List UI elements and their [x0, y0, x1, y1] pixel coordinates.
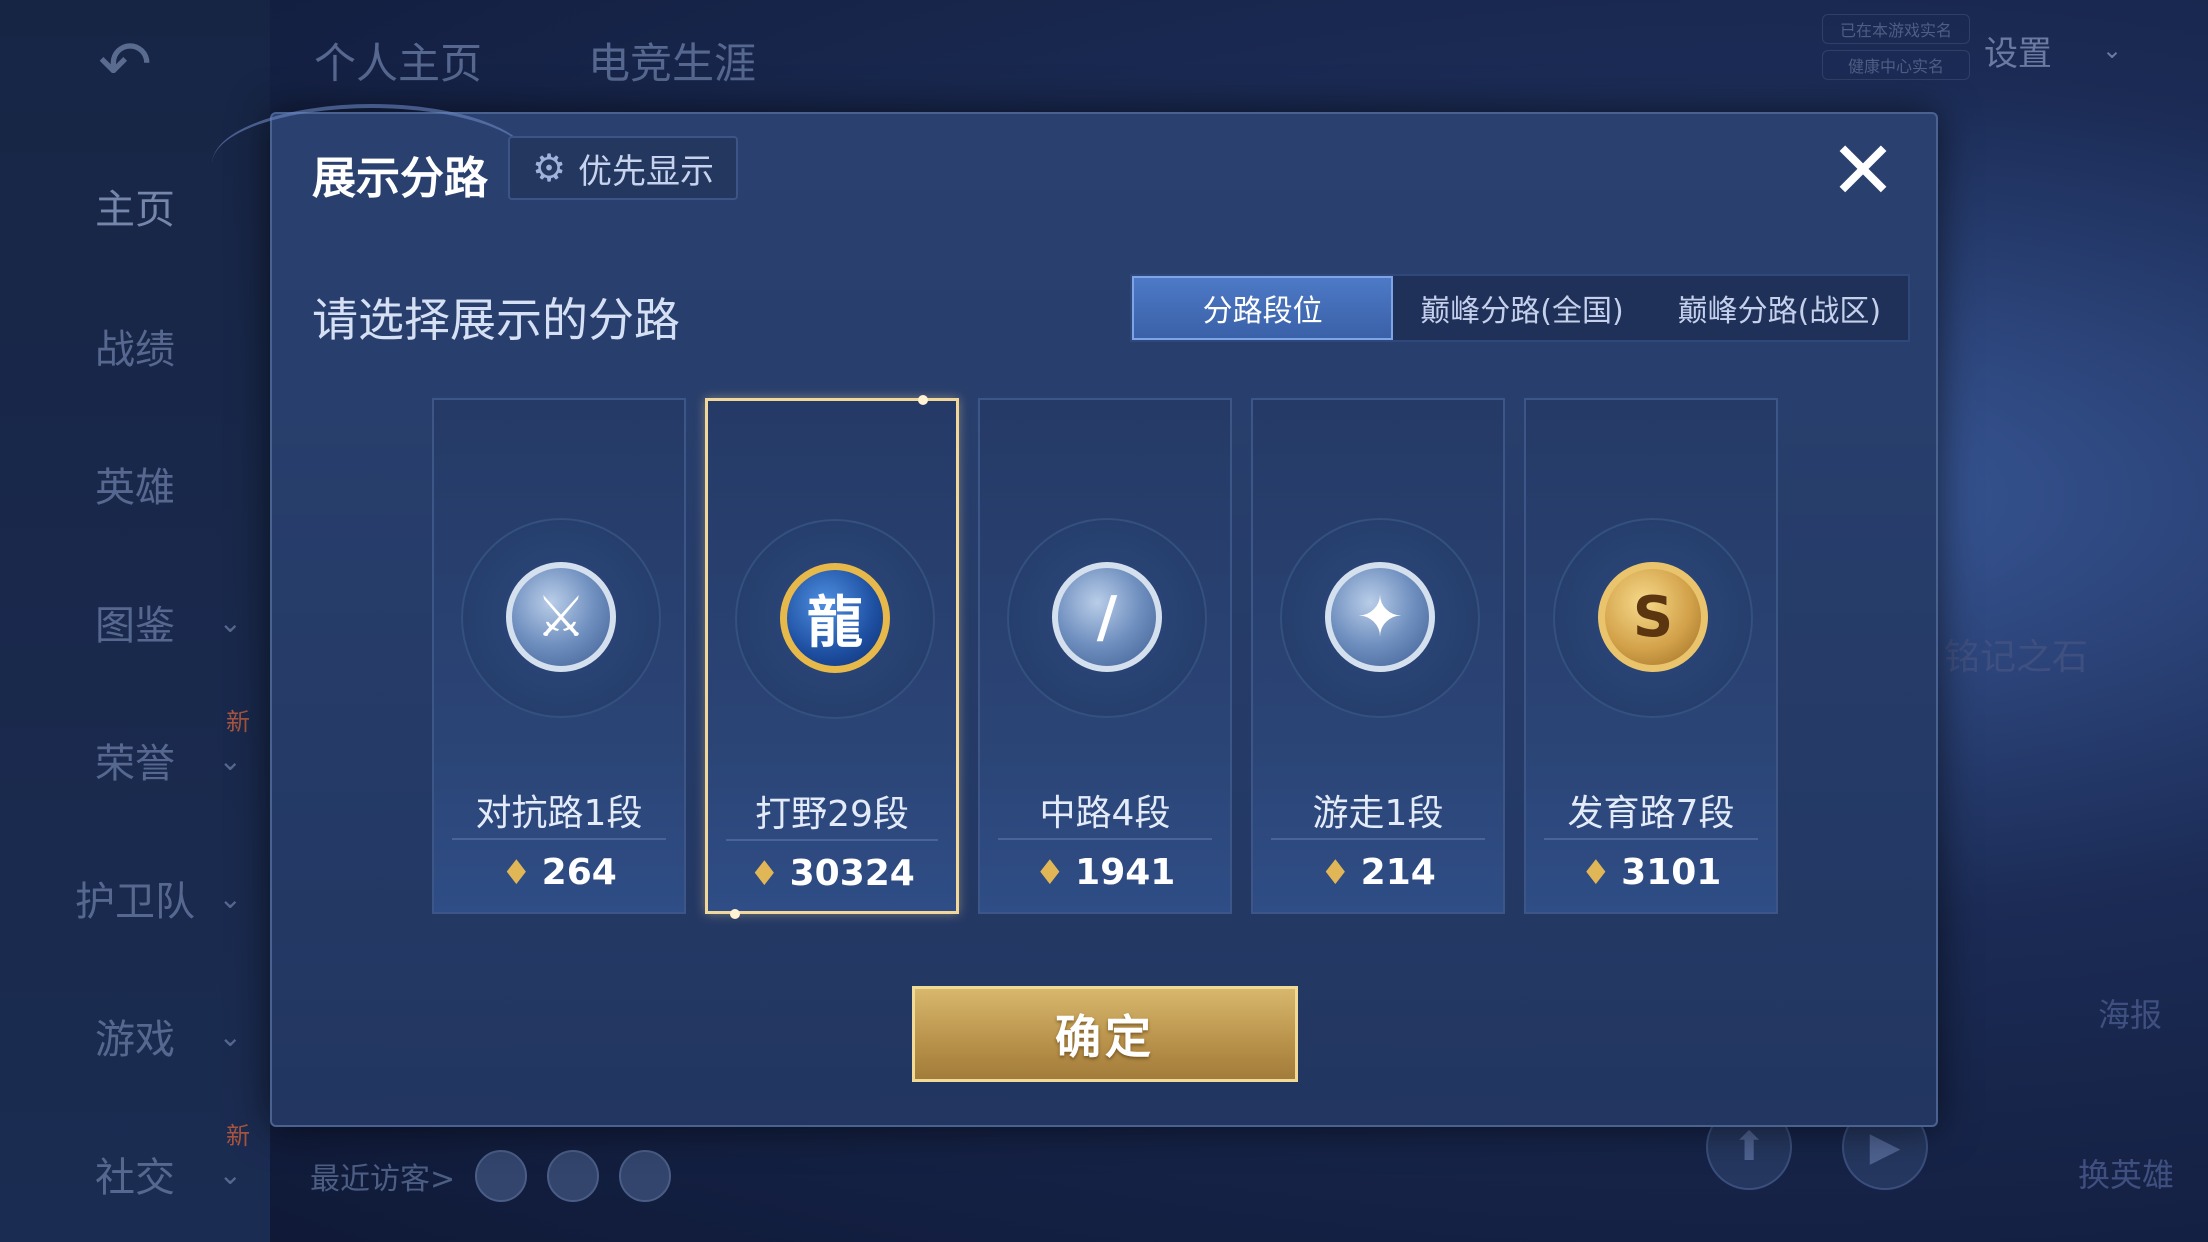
- lane-card-name: 对抗路1段: [475, 793, 643, 834]
- score-icon: ♦: [1580, 852, 1612, 893]
- score-icon: ♦: [749, 853, 780, 894]
- lane-card-score: ♦ 1941: [980, 852, 1230, 893]
- lane-card-clash[interactable]: ⚔ 对抗路1段 ♦ 264: [432, 398, 686, 914]
- back-arrow-icon[interactable]: ↶: [70, 28, 180, 102]
- tab-personal-home[interactable]: 个人主页: [314, 30, 482, 91]
- settings-dropdown[interactable]: 设置 ⌄: [1958, 22, 2148, 78]
- divider: [1271, 838, 1485, 840]
- realname-tags: 已在本游戏实名 健康中心实名: [1822, 14, 1970, 86]
- lane-card-mid[interactable]: ∕ 中路4段 ♦ 1941: [978, 398, 1232, 914]
- divider: [1544, 838, 1758, 840]
- sidebar-item-social[interactable]: 社交 新 ⌄: [0, 1122, 270, 1214]
- avatar[interactable]: [475, 1150, 528, 1202]
- avatar[interactable]: [619, 1150, 672, 1202]
- chevron-down-icon: ⌄: [218, 1019, 242, 1053]
- stone-label[interactable]: 铭记之石: [1944, 628, 2088, 680]
- divider: [726, 839, 938, 841]
- sidebar-item-records[interactable]: 战绩: [0, 306, 270, 386]
- lane-card-score-value: 214: [1360, 852, 1436, 893]
- health-center-tag: 健康中心实名: [1822, 50, 1970, 80]
- lane-card-score-value: 30324: [789, 853, 915, 894]
- chevron-down-icon: ⌄: [218, 881, 242, 915]
- sidebar-item-label: 英雄: [95, 465, 175, 511]
- tab-lane-rank[interactable]: 分路段位: [1132, 276, 1394, 340]
- score-icon: ♦: [501, 852, 532, 893]
- sidebar-item-gallery[interactable]: 图鉴 ⌄: [0, 582, 270, 662]
- lane-card-name: 游走1段: [1312, 793, 1444, 834]
- divider: [998, 838, 1212, 840]
- lane-card-name: 中路4段: [1039, 793, 1171, 834]
- lane-card-score: ♦ 3101: [1526, 852, 1776, 893]
- lane-card-score: ♦ 264: [434, 852, 684, 893]
- divider: [452, 838, 666, 840]
- sidebar-item-label: 游戏: [95, 1017, 175, 1063]
- sidebar-item-label: 护卫队: [75, 879, 195, 925]
- display-lane-dialog: 展示分路 ⚙ 优先显示 ✕ 请选择展示的分路 分路段位 巅峰分路(全国) 巅峰分…: [212, 104, 1938, 1127]
- wings-icon: ✦: [1325, 562, 1435, 672]
- recent-visitors[interactable]: 最近访客>: [310, 1150, 672, 1202]
- lane-card-farm[interactable]: S 发育路7段 ♦ 3101: [1524, 398, 1778, 914]
- confirm-button[interactable]: 确定: [912, 986, 1298, 1082]
- lane-card-score-value: 1941: [1075, 852, 1176, 893]
- tab-esports-career[interactable]: 电竞生涯: [588, 30, 756, 91]
- close-icon[interactable]: ✕: [1826, 131, 1900, 211]
- realname-tag: 已在本游戏实名: [1822, 14, 1970, 44]
- score-icon: ♦: [1320, 852, 1351, 893]
- selection-dot: [918, 395, 928, 405]
- chevron-down-icon: ⌄: [218, 1157, 242, 1191]
- lane-card-jungle[interactable]: 龍 打野29段 ♦ 30324: [705, 395, 959, 919]
- sidebar-item-label: 荣誉: [95, 741, 175, 787]
- sidebar-item-guard[interactable]: 护卫队 ⌄: [0, 858, 270, 938]
- sidebar-item-label: 图鉴: [95, 603, 175, 649]
- dragon-icon: 龍: [780, 563, 890, 673]
- change-hero-label[interactable]: 换英雄: [2078, 1150, 2174, 1196]
- dialog-title: 展示分路: [312, 153, 488, 204]
- tab-peak-lane-national[interactable]: 巅峰分路(全国): [1393, 276, 1650, 340]
- select-lane-prompt: 请选择展示的分路: [312, 293, 680, 347]
- avatar[interactable]: [547, 1150, 600, 1202]
- crossed-swords-icon: ⚔: [506, 562, 616, 672]
- new-badge: 新: [226, 1122, 250, 1150]
- lane-card-score-value: 3101: [1621, 852, 1722, 893]
- lane-cards: ⚔ 对抗路1段 ♦ 264 龍 打野29段 ♦ 30324 ∕ 中路4段 ♦ 1…: [432, 395, 1792, 919]
- gear-icon: ⚙: [531, 146, 567, 190]
- sidebar-item-games[interactable]: 游戏 ⌄: [0, 996, 270, 1076]
- sidebar-item-label: 社交: [95, 1155, 175, 1201]
- lane-type-tabs: 分路段位 巅峰分路(全国) 巅峰分路(战区): [1130, 274, 1910, 342]
- slash-icon: ∕: [1052, 562, 1162, 672]
- lane-card-name: 打野29段: [755, 794, 909, 835]
- chevron-down-icon: ⌄: [218, 743, 242, 777]
- new-badge: 新: [226, 708, 250, 736]
- poster-label[interactable]: 海报: [2098, 990, 2162, 1036]
- sidebar-item-heroes[interactable]: 英雄: [0, 444, 270, 524]
- sidebar-item-label: 主页: [95, 187, 175, 233]
- lane-card-roam[interactable]: ✦ 游走1段 ♦ 214: [1251, 398, 1505, 914]
- priority-display-label: 优先显示: [578, 151, 715, 192]
- settings-label: 设置: [1983, 33, 2052, 74]
- score-icon: ♦: [1034, 852, 1066, 893]
- tab-peak-lane-region[interactable]: 巅峰分路(战区): [1651, 276, 1908, 340]
- chevron-down-icon: ⌄: [2101, 36, 2123, 64]
- recent-visitors-label: 最近访客>: [310, 1162, 456, 1197]
- sidebar-item-honors[interactable]: 荣誉 新 ⌄: [0, 708, 270, 800]
- lane-card-name: 发育路7段: [1567, 793, 1735, 834]
- chevron-down-icon: ⌄: [218, 605, 242, 639]
- s-coin-icon: S: [1598, 562, 1708, 672]
- selection-dot: [730, 909, 740, 919]
- lane-card-score-value: 264: [541, 852, 617, 893]
- priority-display-button[interactable]: ⚙ 优先显示: [508, 136, 738, 200]
- lane-card-score: ♦ 30324: [708, 853, 956, 894]
- sidebar-item-label: 战绩: [95, 327, 175, 373]
- lane-card-score: ♦ 214: [1253, 852, 1503, 893]
